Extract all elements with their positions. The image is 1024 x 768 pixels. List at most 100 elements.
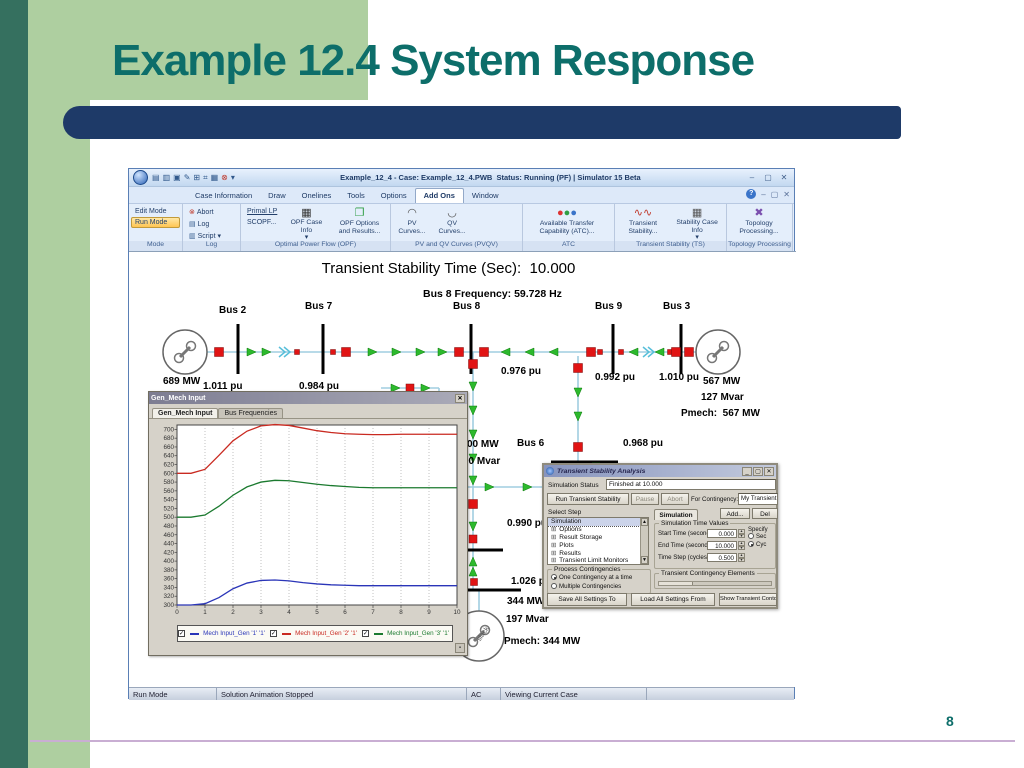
transient-stability-dialog[interactable]: Transient Stability Analysis _ ▢ ✕ Simul… bbox=[542, 463, 778, 609]
time-value-input[interactable]: 0.500 bbox=[707, 553, 737, 562]
breaker-square[interactable] bbox=[468, 499, 478, 509]
breaker-square[interactable] bbox=[468, 359, 478, 369]
radio-option-cyc[interactable]: Cyc bbox=[748, 541, 776, 549]
plot-window-titlebar[interactable]: Gen_Mech Input ✕ bbox=[149, 392, 467, 404]
close-icon[interactable]: ✕ bbox=[783, 190, 790, 199]
tab-tools[interactable]: Tools bbox=[339, 189, 373, 203]
tab-simulation[interactable]: Simulation bbox=[654, 509, 698, 520]
breaker-square[interactable] bbox=[684, 347, 694, 357]
expand-icon[interactable]: ⊞ bbox=[551, 557, 556, 564]
breaker-square[interactable] bbox=[341, 347, 351, 357]
run-mode-icon[interactable]: ⊞ bbox=[193, 173, 200, 183]
spinner-down-icon[interactable]: ▼ bbox=[738, 533, 745, 538]
time-value-input[interactable]: 0.000 bbox=[707, 529, 737, 538]
abort-button[interactable]: Abort bbox=[661, 493, 689, 505]
bottom-button-save-all-settings-to[interactable]: Save All Settings To bbox=[547, 593, 627, 606]
legend-checkbox[interactable]: ✓ bbox=[178, 630, 185, 637]
add-button[interactable]: Add... bbox=[720, 508, 750, 519]
atc-button[interactable]: ●●● Available Transfer Capability (ATC)..… bbox=[525, 206, 609, 241]
bottom-button-show-transient-contour-tool[interactable]: Show Transient Contour Tool bbox=[719, 593, 777, 606]
horizontal-scrollbar[interactable] bbox=[658, 581, 772, 586]
tab-draw[interactable]: Draw bbox=[260, 189, 294, 203]
save-case-icon[interactable]: ▣ bbox=[173, 173, 181, 183]
run-transient-stability-button[interactable]: Run Transient Stability bbox=[547, 493, 629, 505]
abort-icon[interactable]: ⊗ bbox=[221, 173, 228, 183]
minimize-icon[interactable]: – bbox=[746, 173, 758, 182]
tab-add-ons[interactable]: Add Ons bbox=[414, 188, 464, 203]
open-case-icon[interactable]: ▥ bbox=[163, 173, 171, 183]
tree-item-results[interactable]: ⊞ Results bbox=[548, 550, 648, 558]
transient-stability-button[interactable]: ∿∿ Transient Stability... bbox=[617, 206, 669, 241]
edit-mode-icon[interactable]: ✎ bbox=[184, 173, 191, 183]
radio-option-one-contingency-at-a-time[interactable]: One Contingency at a time bbox=[548, 573, 650, 582]
stability-case-info-button[interactable]: ▦ Stability Case Info ▾ bbox=[671, 206, 723, 241]
close-icon[interactable]: ✕ bbox=[764, 466, 774, 476]
expand-icon[interactable]: ⊞ bbox=[551, 550, 556, 557]
spinner-down-icon[interactable]: ▼ bbox=[738, 557, 745, 562]
edit-mode-button[interactable]: Edit Mode bbox=[131, 206, 180, 217]
pause-button[interactable]: Pause bbox=[631, 493, 659, 505]
qv-curves-button[interactable]: ◡ QV Curves... bbox=[433, 206, 471, 241]
breaker-square[interactable] bbox=[597, 349, 603, 355]
close-icon[interactable]: ✕ bbox=[778, 173, 790, 182]
tree-item-plots[interactable]: ⊞ Plots bbox=[548, 542, 648, 550]
breaker-square[interactable] bbox=[470, 578, 478, 586]
restore-icon[interactable]: ▢ bbox=[771, 190, 779, 199]
breaker-square[interactable] bbox=[330, 349, 336, 355]
radio-icon[interactable] bbox=[748, 533, 754, 539]
pv-curves-button[interactable]: ◠ PV Curves... bbox=[393, 206, 431, 241]
primal-lp-button[interactable]: Primal LP bbox=[243, 206, 281, 217]
tab-options[interactable]: Options bbox=[373, 189, 415, 203]
plot-scroll-button[interactable]: ▪ bbox=[455, 643, 465, 653]
expand-icon[interactable]: ⊞ bbox=[551, 526, 556, 533]
breaker-square[interactable] bbox=[573, 442, 583, 452]
help-icon[interactable]: ? bbox=[746, 189, 757, 199]
tree-item-simulation[interactable]: Simulation bbox=[548, 518, 648, 527]
breaker-square[interactable] bbox=[618, 349, 624, 355]
tab-window[interactable]: Window bbox=[464, 189, 507, 203]
expand-icon[interactable]: ⊞ bbox=[551, 534, 556, 541]
delete-button[interactable]: Del bbox=[752, 508, 778, 519]
oneline-icon[interactable]: ⌗ bbox=[203, 173, 208, 183]
case-info-icon[interactable]: ▦ bbox=[211, 173, 219, 183]
topology-processing-button[interactable]: ✖ Topology Processing... bbox=[729, 206, 789, 241]
breaker-square[interactable] bbox=[468, 534, 478, 544]
opf-case-info-button[interactable]: ▦ OPF Case Info ▾ bbox=[283, 206, 329, 241]
breaker-square[interactable] bbox=[214, 347, 224, 357]
breaker-square[interactable] bbox=[573, 363, 583, 373]
breaker-square[interactable] bbox=[294, 349, 300, 355]
plot-window[interactable]: Gen_Mech Input ✕ Gen_Mech Input Bus Frequ… bbox=[148, 391, 468, 656]
scroll-up-icon[interactable]: ▲ bbox=[641, 518, 648, 526]
scroll-down-icon[interactable]: ▼ bbox=[641, 556, 648, 564]
abort-button[interactable]: ⊗ Abort bbox=[185, 206, 238, 218]
restore-icon[interactable]: ▢ bbox=[762, 173, 774, 182]
run-mode-button[interactable]: Run Mode bbox=[131, 217, 180, 228]
scopf-button[interactable]: SCOPF... bbox=[243, 217, 281, 228]
minimize-icon[interactable]: _ bbox=[742, 466, 752, 476]
legend-checkbox[interactable]: ✓ bbox=[362, 630, 369, 637]
breaker-square[interactable] bbox=[454, 347, 464, 357]
breaker-square[interactable] bbox=[479, 347, 489, 357]
tree-item-result-storage[interactable]: ⊞ Result Storage bbox=[548, 534, 648, 542]
app-titlebar[interactable]: ▤ ▥ ▣ ✎ ⊞ ⌗ ▦ ⊗ ▾ Example_12_4 - Case: Example_1… bbox=[129, 169, 794, 187]
tab-onelines[interactable]: Onelines bbox=[294, 189, 340, 203]
spinner-down-icon[interactable]: ▼ bbox=[738, 545, 745, 550]
app-menu-button[interactable] bbox=[133, 170, 148, 185]
list-scrollbar[interactable]: ▲ ▼ bbox=[640, 518, 648, 564]
contingency-select[interactable]: My Transient Con bbox=[738, 493, 778, 505]
new-case-icon[interactable]: ▤ bbox=[152, 173, 160, 183]
close-icon[interactable]: ✕ bbox=[455, 393, 465, 403]
legend-checkbox[interactable]: ✓ bbox=[270, 630, 277, 637]
bottom-button-load-all-settings-from[interactable]: Load All Settings From bbox=[631, 593, 715, 606]
tree-item-options[interactable]: ⊞ Options bbox=[548, 526, 648, 534]
log-button[interactable]: ▤ Log bbox=[185, 218, 238, 230]
dialog-titlebar[interactable]: Transient Stability Analysis _ ▢ ✕ bbox=[544, 465, 776, 477]
plot-tab-bus-frequencies[interactable]: Bus Frequencies bbox=[218, 408, 283, 418]
tab-case-information[interactable]: Case Information bbox=[187, 189, 260, 203]
breaker-square[interactable] bbox=[586, 347, 596, 357]
radio-icon[interactable] bbox=[551, 583, 557, 589]
minimize-icon[interactable]: – bbox=[761, 190, 765, 199]
plot-tab-gen-mech-input[interactable]: Gen_Mech Input bbox=[152, 408, 219, 418]
breaker-square[interactable] bbox=[671, 347, 681, 357]
radio-option-multiple-contingencies[interactable]: Multiple Contingencies bbox=[548, 582, 650, 591]
